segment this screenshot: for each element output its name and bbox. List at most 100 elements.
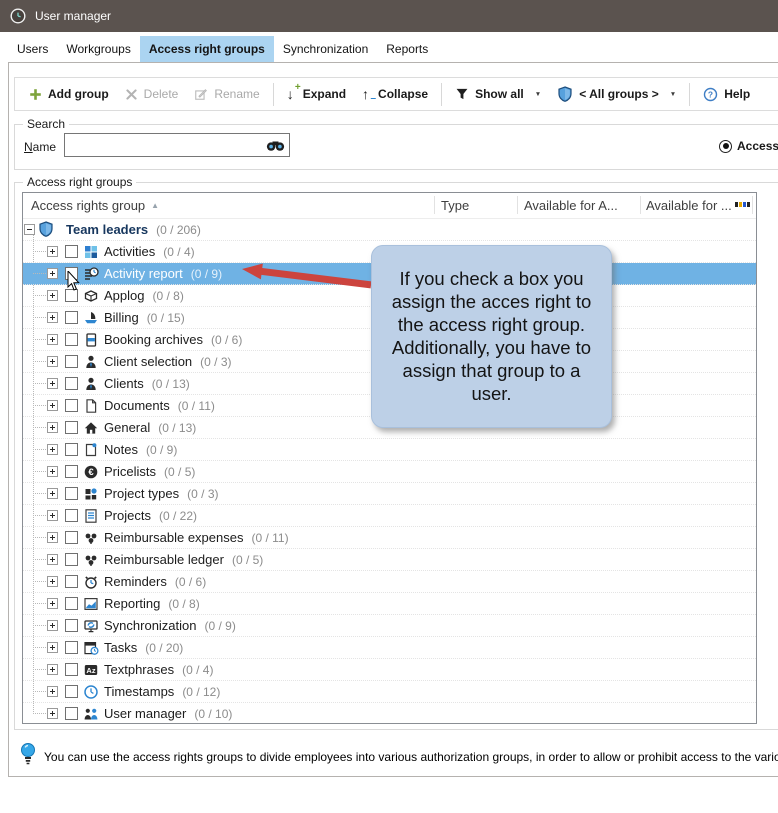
row-checkbox[interactable]	[65, 663, 78, 676]
collapse-toggle-icon[interactable]	[24, 224, 35, 235]
delete-button[interactable]: Delete	[117, 83, 187, 105]
column-header-available-for-a[interactable]: Available for A...	[524, 193, 618, 218]
applog-icon	[83, 288, 99, 304]
row-checkbox[interactable]	[65, 377, 78, 390]
tree-row-tasks[interactable]: Tasks(0 / 20)	[23, 637, 756, 659]
tree-row-label: Booking archives	[104, 332, 203, 347]
tree-row-project-types[interactable]: Project types(0 / 3)	[23, 483, 756, 505]
help-icon	[703, 87, 718, 102]
show-all-button[interactable]: Show all ▼	[447, 83, 549, 105]
expand-toggle-icon[interactable]	[47, 444, 58, 455]
row-checkbox[interactable]	[65, 553, 78, 566]
row-checkbox[interactable]	[65, 333, 78, 346]
row-checkbox[interactable]	[65, 443, 78, 456]
tree-row-textphrases[interactable]: Textphrases(0 / 4)	[23, 659, 756, 681]
add-group-button[interactable]: Add group	[21, 83, 117, 105]
tree-row-synchronization[interactable]: Synchronization(0 / 9)	[23, 615, 756, 637]
tree-row-projects[interactable]: Projects(0 / 22)	[23, 505, 756, 527]
expand-toggle-icon[interactable]	[47, 334, 58, 345]
column-header-type[interactable]: Type	[441, 193, 469, 218]
tree-row-notes[interactable]: Notes(0 / 9)	[23, 439, 756, 461]
expand-toggle-icon[interactable]	[47, 510, 58, 521]
collapse-button[interactable]: ↑– Collapse	[354, 83, 436, 105]
tree-row-reporting[interactable]: Reporting(0 / 8)	[23, 593, 756, 615]
expand-toggle-icon[interactable]	[47, 532, 58, 543]
expand-toggle-icon[interactable]	[47, 642, 58, 653]
row-checkbox[interactable]	[65, 399, 78, 412]
expand-toggle-icon[interactable]	[47, 664, 58, 675]
help-button[interactable]: Help	[695, 83, 758, 106]
tree-row-reimbursable-expenses[interactable]: Reimbursable expenses(0 / 11)	[23, 527, 756, 549]
expand-toggle-icon[interactable]	[47, 554, 58, 565]
expand-toggle-icon[interactable]	[47, 246, 58, 257]
sync-icon	[83, 618, 99, 634]
tree-row-label: User manager	[104, 706, 186, 721]
tree-guide-stub	[33, 669, 46, 670]
expand-toggle-icon[interactable]	[47, 400, 58, 411]
expand-toggle-icon[interactable]	[47, 686, 58, 697]
expand-toggle-icon[interactable]	[47, 268, 58, 279]
dropdown-caret-icon[interactable]: ▼	[670, 91, 676, 98]
row-checkbox[interactable]	[65, 597, 78, 610]
dropdown-caret-icon[interactable]: ▼	[535, 91, 541, 98]
tab-synchronization[interactable]: Synchronization	[274, 36, 377, 62]
row-checkbox[interactable]	[65, 465, 78, 478]
group-filter-dropdown[interactable]: < All groups > ▼	[549, 82, 684, 106]
expand-toggle-icon[interactable]	[47, 356, 58, 367]
tree-row-team-leaders[interactable]: Team leaders(0 / 206)	[23, 219, 756, 241]
billing-icon	[83, 310, 99, 326]
tree-row-reimbursable-ledger[interactable]: Reimbursable ledger(0 / 5)	[23, 549, 756, 571]
tree-guide-stub	[33, 449, 46, 450]
tree-row-pricelists[interactable]: Pricelists(0 / 5)	[23, 461, 756, 483]
tree-row-label: Activity report	[104, 266, 183, 281]
search-legend: Search	[23, 117, 69, 131]
row-checkbox[interactable]	[65, 509, 78, 522]
expand-toggle-icon[interactable]	[47, 378, 58, 389]
expand-toggle-icon[interactable]	[47, 312, 58, 323]
column-header-available-for[interactable]: Available for ...	[646, 193, 732, 218]
tree-row-count: (0 / 4)	[182, 663, 213, 677]
column-separator[interactable]	[640, 196, 641, 214]
row-checkbox[interactable]	[65, 421, 78, 434]
search-name-input[interactable]	[64, 133, 290, 157]
expand-toggle-icon[interactable]	[47, 422, 58, 433]
expand-button[interactable]: ↓+ Expand	[279, 83, 354, 105]
tab-users[interactable]: Users	[8, 36, 57, 62]
column-separator[interactable]	[517, 196, 518, 214]
row-checkbox[interactable]	[65, 355, 78, 368]
expand-toggle-icon[interactable]	[47, 466, 58, 477]
row-checkbox[interactable]	[65, 575, 78, 588]
row-checkbox[interactable]	[65, 685, 78, 698]
tree-row-user-manager[interactable]: User manager(0 / 10)	[23, 703, 756, 724]
expand-toggle-icon[interactable]	[47, 488, 58, 499]
radio-label[interactable]: Access righ	[737, 139, 778, 153]
expand-toggle-icon[interactable]	[47, 576, 58, 587]
row-checkbox[interactable]	[65, 531, 78, 544]
expand-toggle-icon[interactable]	[47, 620, 58, 631]
expand-toggle-icon[interactable]	[47, 598, 58, 609]
binoculars-search-icon[interactable]	[266, 139, 285, 152]
row-checkbox[interactable]	[65, 487, 78, 500]
tab-workgroups[interactable]: Workgroups	[57, 36, 139, 62]
radio-selected-icon[interactable]	[719, 140, 732, 153]
row-checkbox[interactable]	[65, 311, 78, 324]
tree-guide-stub	[33, 493, 46, 494]
expand-toggle-icon[interactable]	[47, 290, 58, 301]
column-separator[interactable]	[434, 196, 435, 214]
tree-row-timestamps[interactable]: Timestamps(0 / 12)	[23, 681, 756, 703]
tree-row-count: (0 / 9)	[146, 443, 177, 457]
row-checkbox[interactable]	[65, 619, 78, 632]
expand-toggle-icon[interactable]	[47, 708, 58, 719]
tab-reports[interactable]: Reports	[377, 36, 437, 62]
tree-guide-stub	[33, 273, 46, 274]
row-checkbox[interactable]	[65, 707, 78, 720]
tree-row-reminders[interactable]: Reminders(0 / 6)	[23, 571, 756, 593]
column-header-access-rights-group[interactable]: Access rights group▲	[31, 193, 159, 218]
tree-row-label: Project types	[104, 486, 179, 501]
tab-access-right-groups[interactable]: Access right groups	[140, 36, 274, 62]
rename-button[interactable]: Rename	[186, 83, 267, 105]
row-checkbox[interactable]	[65, 245, 78, 258]
window-title: User manager	[35, 9, 111, 23]
column-separator[interactable]	[752, 196, 753, 214]
row-checkbox[interactable]	[65, 641, 78, 654]
